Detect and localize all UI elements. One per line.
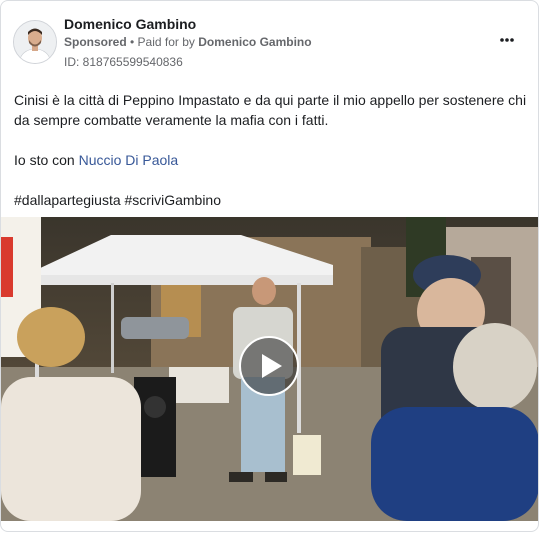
support-prefix: Io sto con xyxy=(14,152,79,168)
paid-for-prefix: • Paid for by xyxy=(126,35,199,49)
mention-link[interactable]: Nuccio Di Paola xyxy=(79,152,179,168)
more-options-button[interactable] xyxy=(494,29,520,51)
play-icon xyxy=(262,354,282,378)
hashtags[interactable]: #dallapartegiusta #scriviGambino xyxy=(14,190,529,210)
author-name[interactable]: Domenico Gambino xyxy=(64,16,196,32)
sponsored-meta: Sponsored • Paid for by Domenico Gambino xyxy=(64,35,312,49)
ad-card: Domenico Gambino Sponsored • Paid for by… xyxy=(0,0,539,532)
post-paragraph-support: Io sto con Nuccio Di Paola xyxy=(14,150,529,170)
post-text: Cinisi è la città di Peppino Impastato e… xyxy=(14,90,529,230)
ad-id: ID: 818765599540836 xyxy=(64,55,183,69)
paid-for-by-name[interactable]: Domenico Gambino xyxy=(198,35,311,49)
play-button[interactable] xyxy=(239,336,299,396)
post-paragraph: Cinisi è la città di Peppino Impastato e… xyxy=(14,92,527,128)
sponsored-label: Sponsored xyxy=(64,35,127,49)
avatar-photo xyxy=(14,21,56,63)
avatar[interactable] xyxy=(13,20,57,64)
more-horizontal-icon xyxy=(500,38,514,42)
